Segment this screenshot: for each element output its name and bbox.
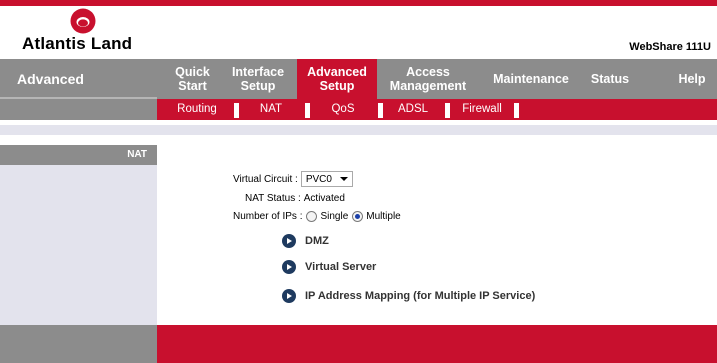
brand-logo: Atlantis Land [22,8,142,58]
footer-left-block [0,325,157,363]
tab-label-line2: Start [178,79,207,93]
spacer-bar [0,125,717,135]
sidebar-header: NAT [0,145,157,165]
radio-multiple[interactable] [352,211,364,222]
tab-label-line2: Setup [240,79,276,93]
virtual-circuit-row: Virtual Circuit : PVC0 [233,171,353,187]
subtab-firewall[interactable]: Firewall [453,99,511,120]
atlantis-logo-icon [70,8,96,34]
tab-label-line1: Access [406,65,450,79]
nat-status-row: NAT Status : Activated [245,193,345,204]
nat-status-label: NAT Status : [245,193,301,204]
top-accent-bar [0,0,717,6]
number-of-ips-row: Number of IPs : Single Multiple [233,211,401,222]
subnav-separator [305,103,310,118]
arrow-circle-icon [282,260,296,274]
ip-address-mapping-link[interactable]: IP Address Mapping (for Multiple IP Serv… [282,289,535,303]
subnav-separator [378,103,383,118]
section-title: Advanced [0,59,157,99]
dmz-link[interactable]: DMZ [282,234,329,248]
virtual-server-link[interactable]: Virtual Server [282,260,376,274]
tab-status[interactable]: Status [585,59,635,99]
subnav-separator [445,103,450,118]
virtual-circuit-label: Virtual Circuit : [233,173,298,185]
tab-label: Maintenance [493,72,569,86]
tab-label-line2: Management [389,79,467,93]
tab-label: Help [678,72,706,86]
nat-status-value: Activated [303,193,345,204]
subtab-nat[interactable]: NAT [241,99,301,120]
tab-quick-start[interactable]: Quick Start [165,59,220,99]
radio-single[interactable] [306,211,318,222]
subnav-separator [514,103,519,118]
subnav-left-block [0,99,157,120]
tab-advanced-setup[interactable]: Advanced Setup [297,59,377,99]
nat-form: Virtual Circuit : PVC0 NAT Status : Acti… [157,165,717,325]
subtab-routing[interactable]: Routing [165,99,229,120]
tab-help[interactable]: Help [672,59,712,99]
ip-address-mapping-link-label: IP Address Mapping (for Multiple IP Serv… [305,290,536,302]
subnav-separator [234,103,239,118]
number-of-ips-label: Number of IPs : [233,211,303,222]
sub-nav-bar: Routing NAT QoS ADSL Firewall [157,99,717,120]
virtual-server-link-label: Virtual Server [305,261,377,273]
tab-label-line2: Setup [319,79,355,93]
main-nav-bar: Advanced Quick Start Interface Setup Advan… [0,59,717,99]
dmz-link-label: DMZ [305,235,329,247]
radio-multiple-label: Multiple [366,211,401,222]
subtab-qos[interactable]: QoS [313,99,373,120]
tab-label: Status [590,72,630,86]
arrow-circle-icon [282,289,296,303]
tab-label-line1: Quick [175,65,210,79]
sidebar-panel [0,145,157,325]
virtual-circuit-select[interactable]: PVC0 [300,171,353,187]
arrow-circle-icon [282,234,296,248]
tab-label-line1: Advanced [307,65,367,79]
product-name: WebShare 111U [629,41,711,53]
chevron-down-icon [339,177,348,181]
tab-maintenance[interactable]: Maintenance [486,59,576,99]
footer-bar [157,325,717,363]
tab-access-management[interactable]: Access Management [383,59,473,99]
tab-label-line1: Interface [231,65,285,79]
radio-single-label: Single [320,211,349,222]
subtab-adsl[interactable]: ADSL [386,99,440,120]
brand-logo-text: Atlantis Land [22,34,133,53]
virtual-circuit-value: PVC0 [305,173,332,185]
tab-interface-setup[interactable]: Interface Setup [224,59,292,99]
